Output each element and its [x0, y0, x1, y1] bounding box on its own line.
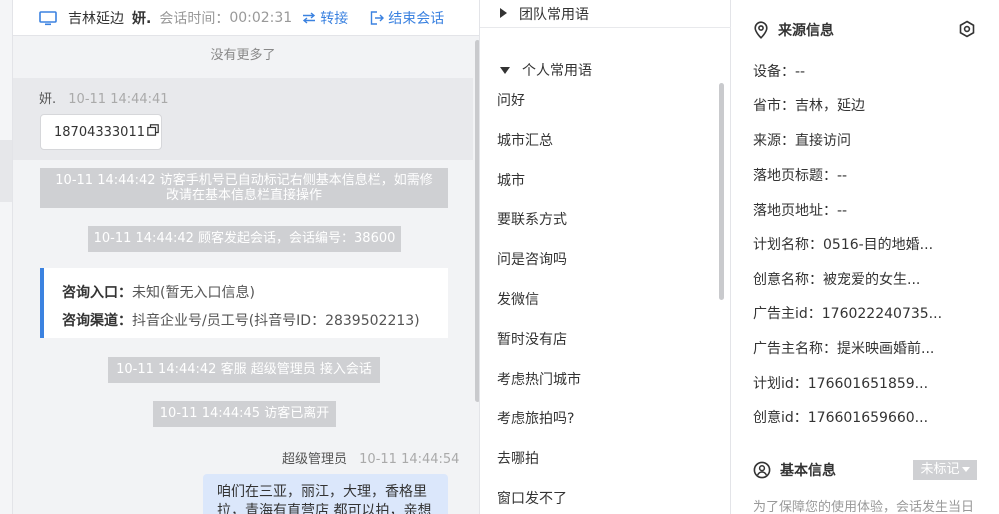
info-row-creative-id: 创意id：176601659660...: [753, 410, 929, 426]
info-row-plan-id: 计划id：176601651859...: [753, 376, 929, 392]
transfer-label: 转接: [320, 10, 349, 27]
location-pin-icon: [754, 21, 768, 39]
consult-entry-label: 咨询入口：: [62, 285, 132, 301]
info-row-plan-name: 计划名称：0516-目的地婚...: [753, 237, 934, 253]
tag-dropdown-label: 未标记: [920, 462, 960, 477]
agent-message-meta: 超级管理员 10-11 14:44:54: [282, 448, 459, 467]
info-row-province: 省市：吉林，延边: [753, 98, 865, 114]
consult-info-card: 咨询入口：未知(暂无入口信息) 咨询渠道：抖音企业号/员工号(抖音号ID：283…: [40, 268, 448, 338]
visitor-message-meta: 妍. 10-11 14:44:41: [39, 88, 169, 107]
consult-entry-value: 未知(暂无入口信息): [132, 285, 255, 301]
system-message: 10-11 14:44:42 客服 超级管理员 接入会话: [108, 357, 380, 383]
info-row-landing-url: 落地页地址：--: [753, 203, 848, 219]
visitor-sender: 妍.: [39, 92, 57, 107]
phrase-item[interactable]: 考虑旅拍吗?: [480, 400, 720, 440]
hexagon-settings-icon[interactable]: [958, 20, 976, 42]
transfer-button[interactable]: 转接: [302, 8, 348, 28]
personal-phrases-label: 个人常用语: [522, 63, 592, 79]
visitor-location: 吉林延边: [68, 10, 124, 27]
session-list-tab[interactable]: [0, 140, 12, 202]
agent-timestamp: 10-11 14:44:54: [359, 452, 460, 467]
info-panel: 来源信息 设备：-- 省市：吉林，延边 来源：直接访问 落地页标题：-- 落地页…: [731, 0, 999, 514]
user-circle-icon: [753, 461, 771, 479]
visitor-nick: 妍.: [132, 10, 152, 27]
phrase-item[interactable]: 城市: [480, 162, 720, 202]
agent-message-bubble: 咱们在三亚，丽江，大理，香格里拉，青海有直营店 都可以拍，亲想: [203, 474, 448, 514]
phrase-item[interactable]: 考虑热门城市: [480, 361, 720, 401]
info-row-landing-title: 落地页标题：--: [753, 168, 848, 184]
system-message: 10-11 14:44:42 访客手机号已自动标记右侧基本信息栏，如需修改请在基…: [40, 168, 448, 208]
tag-dropdown[interactable]: 未标记: [913, 460, 977, 480]
session-time-value: 00:02:31: [229, 9, 293, 26]
team-phrases-label: 团队常用语: [519, 6, 589, 23]
phrase-item[interactable]: 问是咨询吗: [480, 241, 720, 281]
chevron-down-icon: [961, 467, 970, 472]
chat-header: 吉林延边 妍. 会话时间： 00:02:31 转接 结束会话: [13, 0, 479, 36]
consult-channel-value: 抖音企业号/员工号(抖音号ID：2839502213): [132, 313, 420, 329]
agent-sender: 超级管理员: [282, 452, 348, 467]
chat-panel: 吉林延边 妍. 会话时间： 00:02:31 转接 结束会话 没有更多了 妍. …: [12, 0, 480, 514]
consult-channel-row: 咨询渠道：抖音企业号/员工号(抖音号ID：2839502213): [62, 307, 448, 335]
info-row-device: 设备：--: [753, 64, 806, 80]
system-message: 10-11 14:44:45 访客已离开: [153, 401, 336, 427]
basic-info-hint: 为了保障您的使用体验，会话发生当日: [753, 500, 975, 514]
phrase-item[interactable]: 窗口发不了: [480, 480, 720, 514]
phrase-item[interactable]: 城市汇总: [480, 122, 720, 162]
left-strip: [0, 0, 12, 514]
caret-right-icon: [500, 6, 507, 22]
consult-entry-row: 咨询入口：未知(暂无入口信息): [62, 279, 448, 307]
info-row-source: 来源：直接访问: [753, 133, 851, 149]
phrase-item[interactable]: 要联系方式: [480, 201, 720, 241]
info-row-creative-name: 创意名称：被宠爱的女生...: [753, 272, 921, 288]
system-message: 10-11 14:44:42 顾客发起会话，会话编号：38600: [88, 226, 401, 252]
basic-info-title: 基本信息: [780, 463, 836, 479]
app-root: 吉林延边 妍. 会话时间： 00:02:31 转接 结束会话 没有更多了 妍. …: [0, 0, 999, 514]
info-row-advertiser-name: 广告主名称：提米映画婚前...: [753, 341, 935, 357]
caret-down-icon: [500, 62, 510, 78]
transfer-icon: [303, 11, 316, 24]
phrase-item[interactable]: 去哪拍: [480, 440, 720, 480]
info-row-advertiser-id: 广告主id：176022240735...: [753, 306, 943, 322]
personal-phrases-group[interactable]: 个人常用语: [480, 56, 731, 84]
consult-channel-label: 咨询渠道：: [62, 313, 132, 329]
visitor-timestamp: 10-11 14:44:41: [68, 92, 169, 107]
visitor-message-text: 18704333011: [54, 124, 145, 140]
copy-icon[interactable]: [147, 124, 159, 140]
source-info-title: 来源信息: [778, 23, 834, 39]
basic-info-header: 基本信息: [753, 460, 836, 480]
no-more-text: 没有更多了: [210, 48, 276, 63]
visitor-message-bubble: 18704333011: [40, 114, 162, 150]
exit-icon: [371, 10, 385, 25]
team-phrases-group[interactable]: 团队常用语: [480, 0, 731, 28]
end-session-label: 结束会话: [388, 10, 445, 27]
monitor-icon: [39, 10, 57, 25]
phrases-scrollbar[interactable]: [719, 83, 724, 300]
end-session-button[interactable]: 结束会话: [370, 8, 444, 28]
phrase-item[interactable]: 问好: [480, 82, 720, 122]
phrase-item[interactable]: 发微信: [480, 281, 720, 321]
phrases-panel: 团队常用语 个人常用语 问好 城市汇总 城市 要联系方式 问是咨询吗 发微信 暂…: [480, 0, 731, 514]
phrase-list: 问好 城市汇总 城市 要联系方式 问是咨询吗 发微信 暂时没有店 考虑热门城市 …: [480, 82, 720, 514]
phrase-item[interactable]: 暂时没有店: [480, 321, 720, 361]
session-time-label: 会话时间：: [159, 10, 230, 27]
source-info-header: 来源信息: [753, 20, 834, 40]
